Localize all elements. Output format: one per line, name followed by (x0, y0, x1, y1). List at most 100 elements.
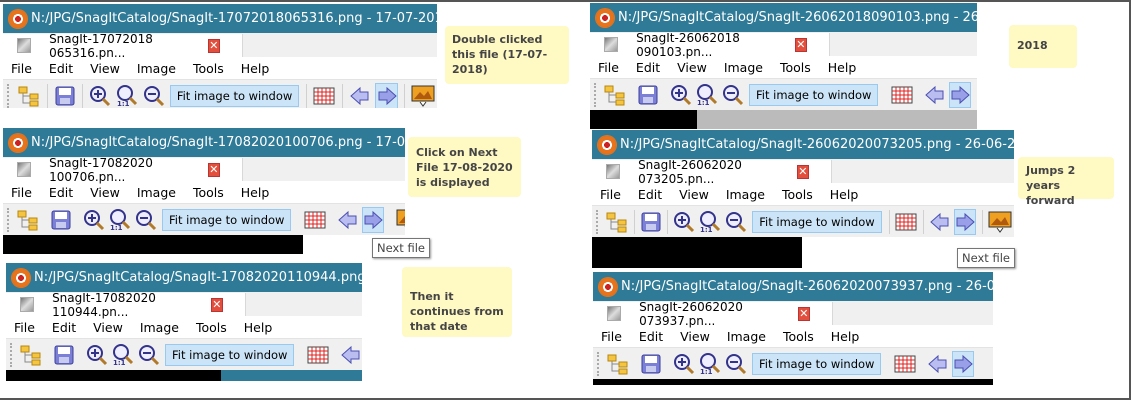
toolbar-grip[interactable] (596, 209, 599, 234)
zoom-out-icon[interactable] (725, 351, 747, 377)
menu-tools[interactable]: Tools (783, 329, 814, 344)
file-tab[interactable]: SnagIt-17072018 065316.pn... ✕ (3, 32, 243, 60)
zoom-in-icon[interactable] (670, 82, 692, 108)
toolbar-grip[interactable] (7, 207, 9, 232)
menu-tools[interactable]: Tools (780, 60, 811, 75)
save-icon[interactable] (638, 82, 658, 108)
grid-icon[interactable] (891, 82, 913, 108)
grid-icon[interactable] (307, 342, 329, 368)
close-tab-icon[interactable]: ✕ (210, 297, 223, 312)
previous-file-icon[interactable] (341, 342, 361, 368)
menu-image[interactable]: Image (140, 320, 179, 335)
grid-icon[interactable] (894, 351, 916, 377)
zoom-actual-size-icon[interactable]: 1:1 (116, 83, 139, 109)
menu-view[interactable]: View (90, 185, 120, 200)
toolbar-grip[interactable] (7, 83, 10, 108)
save-icon[interactable] (54, 342, 74, 368)
fit-image-to-window-button[interactable]: Fit image to window (752, 352, 882, 375)
menu-view[interactable]: View (90, 61, 120, 76)
folder-tree-icon[interactable] (606, 209, 628, 235)
save-icon[interactable] (51, 207, 71, 233)
previous-file-icon[interactable] (925, 82, 945, 108)
menu-edit[interactable]: Edit (49, 185, 73, 200)
next-file-button[interactable] (953, 208, 976, 235)
folder-tree-icon[interactable] (607, 351, 629, 377)
menu-edit[interactable]: Edit (52, 320, 76, 335)
fit-image-to-window-button[interactable]: Fit image to window (752, 210, 882, 233)
previous-file-icon[interactable] (349, 83, 372, 109)
file-tab[interactable]: SnagIt-17082020 110944.pn... ✕ (6, 291, 246, 319)
menu-image[interactable]: Image (726, 187, 765, 202)
zoom-out-icon[interactable] (138, 342, 160, 368)
menu-help[interactable]: Help (831, 329, 860, 344)
toolbar-grip[interactable] (594, 82, 596, 107)
toolbar-grip[interactable] (597, 351, 599, 376)
menu-image[interactable]: Image (137, 185, 176, 200)
menu-file[interactable]: File (598, 60, 619, 75)
menu-view[interactable]: View (680, 329, 710, 344)
zoom-out-icon[interactable] (135, 207, 157, 233)
menu-help[interactable]: Help (828, 60, 857, 75)
zoom-actual-size-icon[interactable]: 1:1 (109, 207, 131, 233)
menu-file[interactable]: File (14, 320, 35, 335)
menu-file[interactable]: File (11, 185, 32, 200)
slideshow-icon[interactable] (411, 83, 435, 109)
folder-tree-icon[interactable] (18, 83, 41, 109)
menu-view[interactable]: View (677, 60, 707, 75)
menu-help[interactable]: Help (241, 185, 270, 200)
previous-file-icon[interactable] (929, 209, 950, 235)
fit-image-to-window-button[interactable]: Fit image to window (162, 208, 292, 231)
zoom-actual-size-icon[interactable]: 1:1 (696, 82, 718, 108)
menu-help[interactable]: Help (244, 320, 273, 335)
zoom-out-icon[interactable] (725, 209, 747, 235)
menu-view[interactable]: View (679, 187, 709, 202)
fit-image-to-window-button[interactable]: Fit image to window (169, 84, 300, 107)
menu-edit[interactable]: Edit (638, 187, 662, 202)
close-tab-icon[interactable]: ✕ (796, 164, 809, 179)
next-file-button[interactable] (362, 206, 385, 233)
fit-image-to-window-button[interactable]: Fit image to window (165, 343, 295, 366)
grid-icon[interactable] (313, 83, 336, 109)
zoom-in-icon[interactable] (89, 83, 112, 109)
file-tab[interactable]: SnagIt-26062020 073205.pn... ✕ (592, 158, 832, 186)
zoom-out-icon[interactable] (722, 82, 744, 108)
zoom-actual-size-icon[interactable]: 1:1 (699, 209, 721, 235)
previous-file-icon[interactable] (928, 351, 948, 377)
zoom-in-icon[interactable] (83, 207, 105, 233)
menu-edit[interactable]: Edit (639, 329, 663, 344)
menu-help[interactable]: Help (830, 187, 859, 202)
menu-image[interactable]: Image (724, 60, 763, 75)
close-tab-icon[interactable]: ✕ (207, 162, 220, 177)
menu-file[interactable]: File (601, 329, 622, 344)
menu-edit[interactable]: Edit (636, 60, 660, 75)
save-icon[interactable] (641, 209, 661, 235)
grid-icon[interactable] (304, 207, 326, 233)
folder-tree-icon[interactable] (20, 342, 42, 368)
menu-image[interactable]: Image (727, 329, 766, 344)
menu-tools[interactable]: Tools (782, 187, 813, 202)
file-tab[interactable]: SnagIt-26062020 073937.pn... ✕ (593, 300, 833, 328)
next-file-button[interactable] (375, 82, 399, 108)
close-tab-icon[interactable]: ✕ (794, 37, 807, 52)
next-file-button[interactable] (949, 81, 972, 108)
menu-help[interactable]: Help (241, 61, 270, 76)
zoom-in-icon[interactable] (673, 209, 695, 235)
next-file-button[interactable] (952, 350, 975, 377)
save-icon[interactable] (53, 83, 76, 109)
zoom-in-icon[interactable] (673, 351, 695, 377)
zoom-actual-size-icon[interactable]: 1:1 (112, 342, 134, 368)
slideshow-icon[interactable] (988, 209, 1012, 235)
zoom-in-icon[interactable] (86, 342, 108, 368)
grid-icon[interactable] (895, 209, 917, 235)
file-tab[interactable]: SnagIt-26062018 090103.pn... ✕ (590, 31, 830, 59)
close-tab-icon[interactable]: ✕ (207, 38, 220, 53)
fit-image-to-window-button[interactable]: Fit image to window (749, 83, 879, 106)
menu-tools[interactable]: Tools (193, 185, 224, 200)
save-icon[interactable] (641, 351, 661, 377)
toolbar-grip[interactable] (10, 342, 12, 367)
folder-tree-icon[interactable] (17, 207, 39, 233)
menu-file[interactable]: File (600, 187, 621, 202)
previous-file-icon[interactable] (338, 207, 358, 233)
menu-tools[interactable]: Tools (193, 61, 224, 76)
menu-image[interactable]: Image (137, 61, 176, 76)
